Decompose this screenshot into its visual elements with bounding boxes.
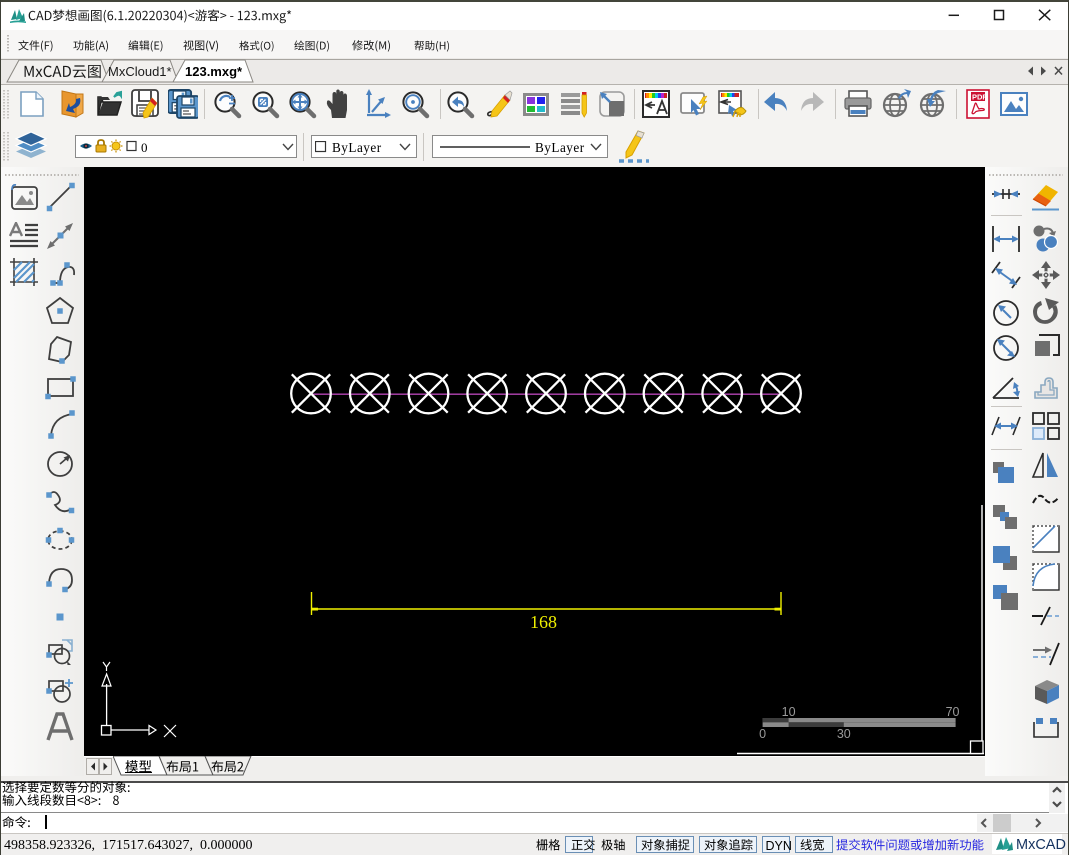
svg-text:10: 10: [782, 705, 796, 719]
svg-text:0: 0: [759, 727, 766, 741]
svg-text:PDF: PDF: [972, 93, 987, 102]
svg-text:168: 168: [530, 612, 557, 632]
svg-text:30: 30: [837, 727, 851, 741]
svg-text:70: 70: [946, 705, 960, 719]
